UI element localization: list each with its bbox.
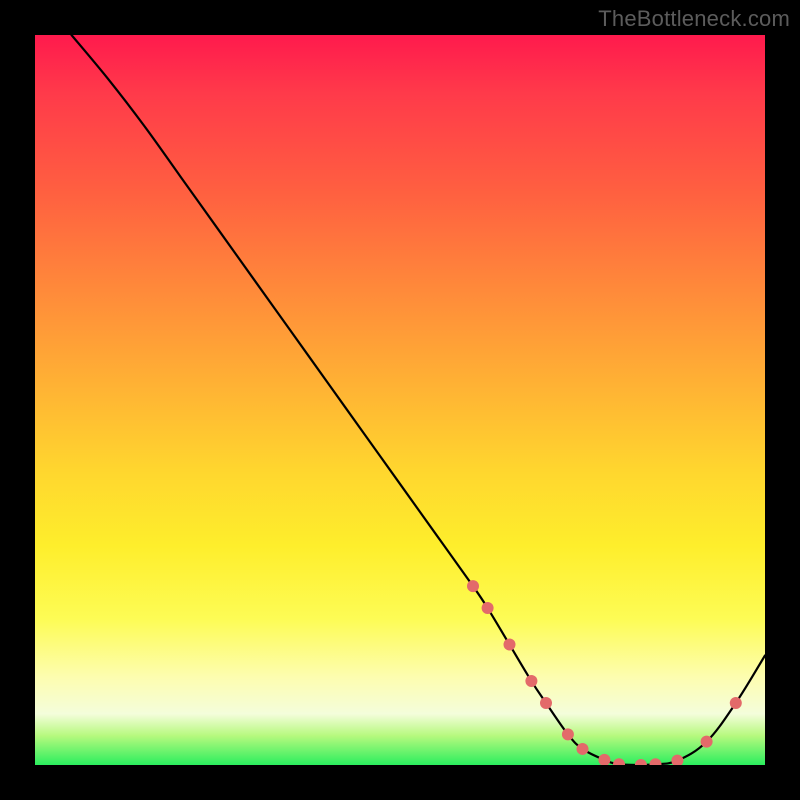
plot-area xyxy=(35,35,765,765)
chart-frame: TheBottleneck.com xyxy=(0,0,800,800)
watermark-text: TheBottleneck.com xyxy=(598,6,790,32)
gradient-background xyxy=(35,35,765,765)
